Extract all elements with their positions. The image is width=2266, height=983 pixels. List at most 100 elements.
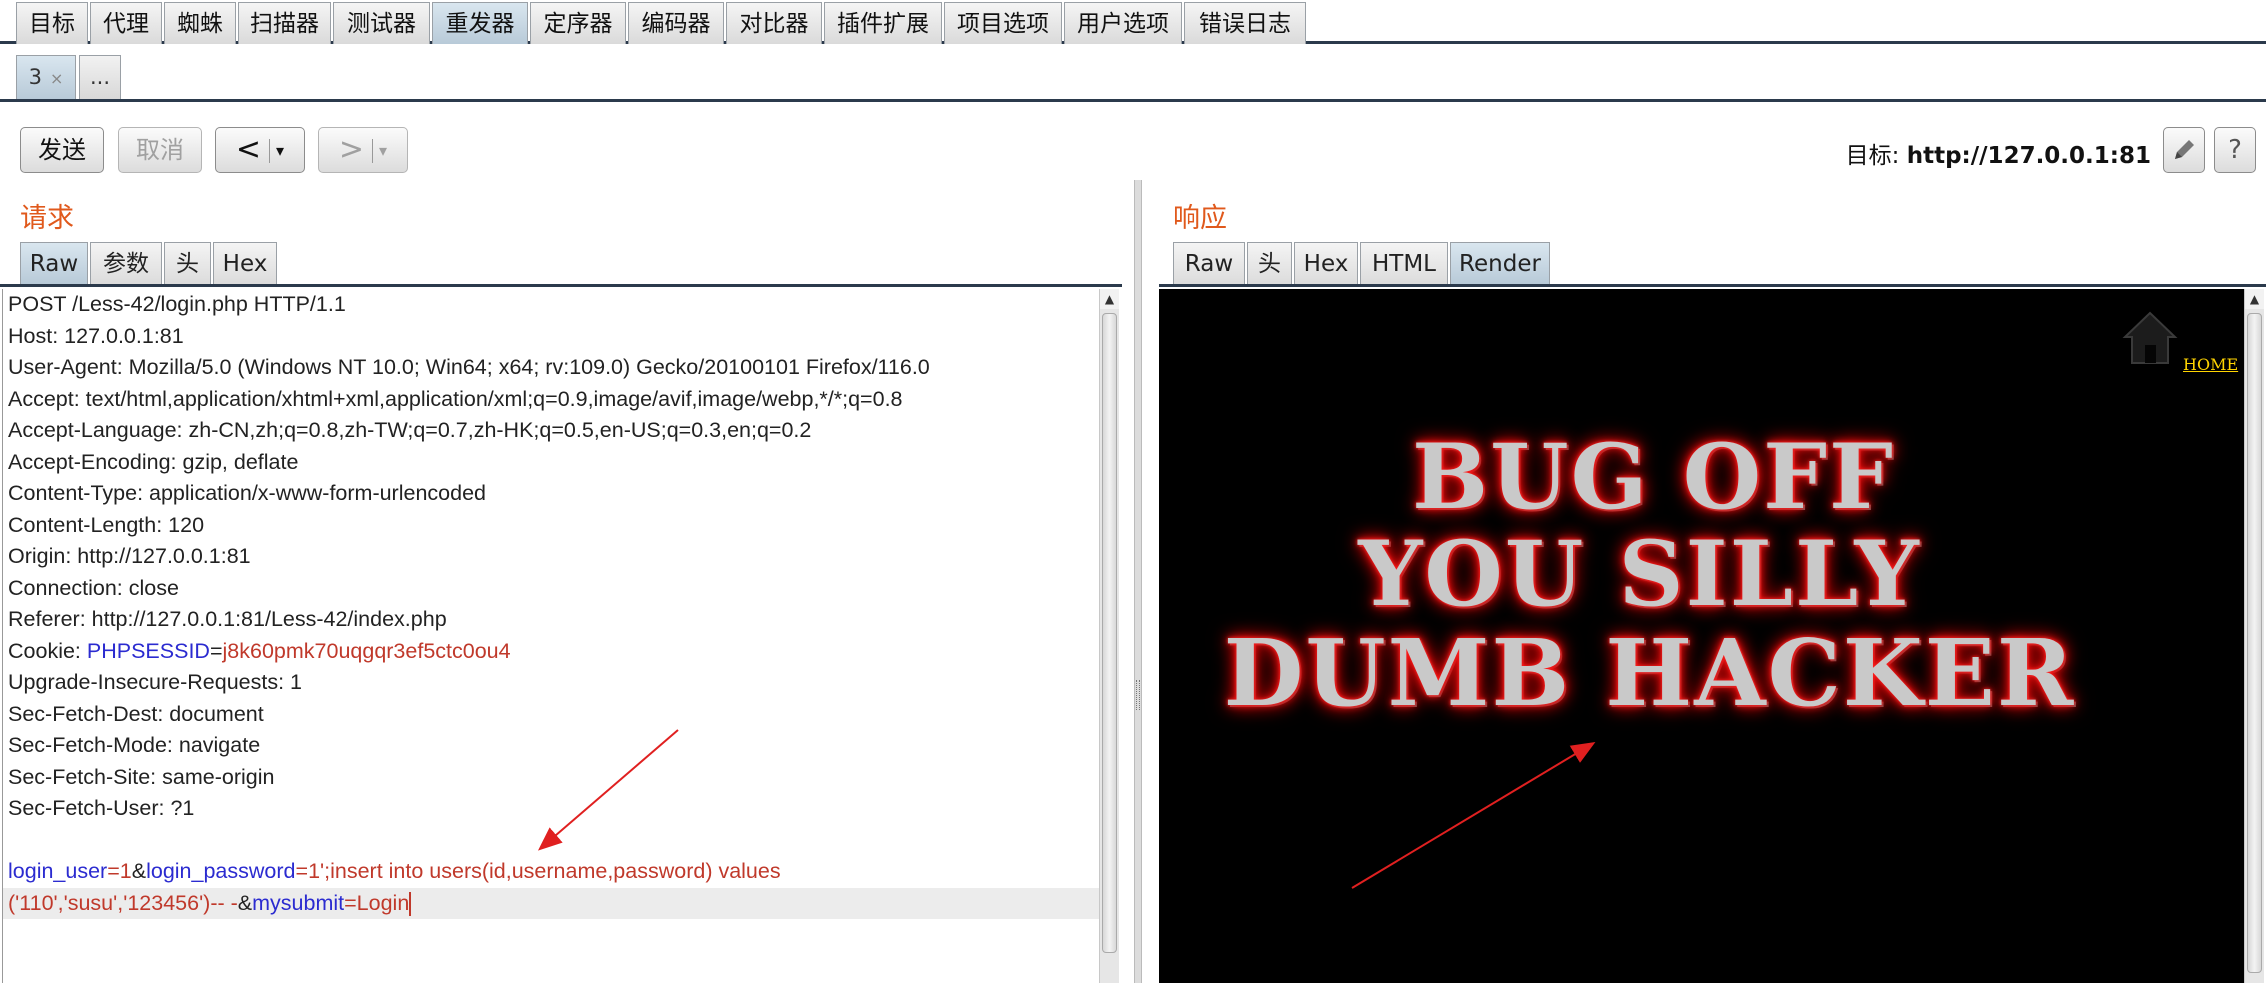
- request-editor[interactable]: POST /Less-42/login.php HTTP/1.1 Host: 1…: [2, 289, 1099, 983]
- header-line: Content-Length: 120: [8, 512, 205, 537]
- target-display: 目标: http://127.0.0.1:81: [1846, 136, 2151, 170]
- header-line: Host: 127.0.0.1:81: [8, 323, 184, 348]
- response-tab-hex[interactable]: Hex: [1294, 242, 1358, 284]
- divider: [0, 284, 1122, 287]
- home-link[interactable]: HOME: [2183, 355, 2238, 374]
- new-session-tab[interactable]: ...: [79, 55, 121, 99]
- tab-intruder[interactable]: 测试器: [333, 2, 430, 44]
- header-line: User-Agent: Mozilla/5.0 (Windows NT 10.0…: [8, 355, 930, 379]
- param-name: mysubmit: [252, 890, 345, 915]
- tab-extender[interactable]: 插件扩展: [824, 2, 942, 44]
- back-arrow-icon: <: [235, 132, 262, 167]
- request-line: POST /Less-42/login.php HTTP/1.1: [8, 292, 346, 316]
- param-separator: &: [131, 859, 147, 883]
- tab-comparer[interactable]: 对比器: [726, 2, 822, 44]
- chevron-down-icon[interactable]: ▾: [379, 141, 387, 160]
- scroll-thumb[interactable]: [2247, 313, 2262, 973]
- param-value: 1: [119, 859, 132, 883]
- cookie-prefix: Cookie:: [8, 638, 87, 663]
- tab-user-options[interactable]: 用户选项: [1064, 2, 1182, 44]
- forward-button[interactable]: > ▾: [318, 127, 408, 173]
- scroll-up-icon[interactable]: ▲: [2245, 289, 2264, 309]
- header-line: Sec-Fetch-User: ?1: [8, 796, 195, 820]
- forward-arrow-icon: >: [338, 132, 365, 167]
- divider: [1159, 284, 2266, 287]
- param-eq: =: [295, 859, 309, 883]
- param-separator: &: [237, 890, 253, 915]
- param-value: Login: [356, 890, 410, 915]
- body-line-current: ('110','susu','123456')-- -&mysubmit=Log…: [3, 887, 1099, 919]
- repeater-session-tabs: 3 × ...: [0, 47, 2266, 102]
- request-tab-hex[interactable]: Hex: [213, 242, 277, 284]
- response-tab-raw[interactable]: Raw: [1173, 242, 1245, 284]
- response-title: 响应: [1173, 203, 1227, 234]
- header-line: Referer: http://127.0.0.1:81/Less-42/ind…: [8, 607, 447, 631]
- pane-splitter[interactable]: [1134, 180, 1142, 983]
- scroll-thumb[interactable]: [1102, 313, 1117, 953]
- tab-scanner[interactable]: 扫描器: [238, 2, 331, 44]
- tab-repeater[interactable]: 重发器: [432, 2, 528, 44]
- close-icon[interactable]: ×: [50, 69, 63, 88]
- param-eq: =: [107, 859, 120, 883]
- cookie-value: j8k60pmk70uqgqr3ef5ctc0ou4: [222, 638, 511, 663]
- edit-target-button[interactable]: [2163, 127, 2205, 173]
- help-icon: ?: [2228, 135, 2242, 165]
- cookie-name: PHPSESSID: [86, 638, 210, 663]
- target-url: http://127.0.0.1:81: [1906, 143, 2151, 169]
- cookie-line: Cookie: PHPSESSID=j8k60pmk70uqgqr3ef5ctc…: [3, 636, 1099, 668]
- target-label: 目标:: [1845, 143, 1900, 169]
- param-value: ('110','susu','123456')-- -: [8, 890, 238, 915]
- header-line: Origin: http://127.0.0.1:81: [8, 544, 251, 568]
- tab-project-options[interactable]: 项目选项: [944, 2, 1062, 44]
- response-scrollbar[interactable]: ▲: [2244, 289, 2264, 983]
- param-name: login_password: [146, 859, 296, 883]
- module-tab-bar: 目标 代理 蜘蛛 扫描器 测试器 重发器 定序器 编码器 对比器 插件扩展 项目…: [0, 0, 2266, 44]
- request-tab-headers[interactable]: 头: [164, 242, 211, 284]
- session-tab-3[interactable]: 3 ×: [16, 55, 76, 99]
- tab-error-log[interactable]: 错误日志: [1184, 2, 1306, 44]
- chevron-down-icon[interactable]: ▾: [276, 141, 284, 160]
- header-line: Sec-Fetch-Dest: document: [8, 701, 264, 726]
- header-line: Sec-Fetch-Site: same-origin: [8, 764, 275, 789]
- back-button[interactable]: < ▾: [215, 127, 305, 173]
- param-value: 1';insert into users(id,username,passwor…: [308, 859, 781, 883]
- render-view: HOME BUG OFF YOU SILLY DUMB HACKER: [1159, 289, 2244, 983]
- cookie-eq: =: [209, 638, 223, 663]
- header-line: Upgrade-Insecure-Requests: 1: [8, 670, 302, 694]
- pencil-icon: [2175, 140, 2194, 159]
- param-eq: =: [344, 890, 357, 915]
- tab-decoder[interactable]: 编码器: [628, 2, 724, 44]
- home-icon[interactable]: [2119, 307, 2181, 369]
- header-line: Content-Type: application/x-www-form-url…: [8, 481, 486, 505]
- splitter-grip-icon: [1136, 680, 1140, 710]
- response-tab-html[interactable]: HTML: [1360, 242, 1448, 284]
- header-line: Connection: close: [8, 575, 179, 600]
- tab-proxy[interactable]: 代理: [90, 2, 162, 44]
- response-tab-render[interactable]: Render: [1450, 242, 1550, 284]
- text-caret: [409, 891, 412, 916]
- scroll-up-icon[interactable]: ▲: [1100, 289, 1119, 309]
- tab-target[interactable]: 目标: [16, 2, 88, 44]
- body-line: login_user=1&login_password=1';insert in…: [3, 856, 1099, 888]
- request-title: 请求: [20, 203, 74, 234]
- header-line: Sec-Fetch-Mode: navigate: [8, 733, 261, 757]
- cancel-button[interactable]: 取消: [118, 127, 202, 173]
- header-line: Accept-Encoding: gzip, deflate: [8, 449, 299, 474]
- tab-sequencer[interactable]: 定序器: [530, 2, 626, 44]
- help-button[interactable]: ?: [2214, 127, 2256, 173]
- banner-line: DUMB HACKER: [1223, 619, 2076, 727]
- tab-spider[interactable]: 蜘蛛: [164, 2, 236, 44]
- divider: [372, 138, 374, 163]
- divider: [269, 138, 271, 163]
- header-line: Accept: text/html,application/xhtml+xml,…: [8, 386, 903, 411]
- header-line: Accept-Language: zh-CN,zh;q=0.8,zh-TW;q=…: [8, 418, 812, 442]
- session-tab-label: 3: [28, 65, 42, 89]
- response-tab-headers[interactable]: 头: [1247, 242, 1292, 284]
- request-scrollbar[interactable]: ▲: [1099, 289, 1119, 983]
- request-tab-params[interactable]: 参数: [90, 242, 162, 284]
- banner-line: YOU SILLY: [1358, 521, 1921, 627]
- param-name: login_user: [8, 859, 108, 883]
- send-button[interactable]: 发送: [20, 127, 104, 173]
- request-tab-raw[interactable]: Raw: [20, 242, 88, 284]
